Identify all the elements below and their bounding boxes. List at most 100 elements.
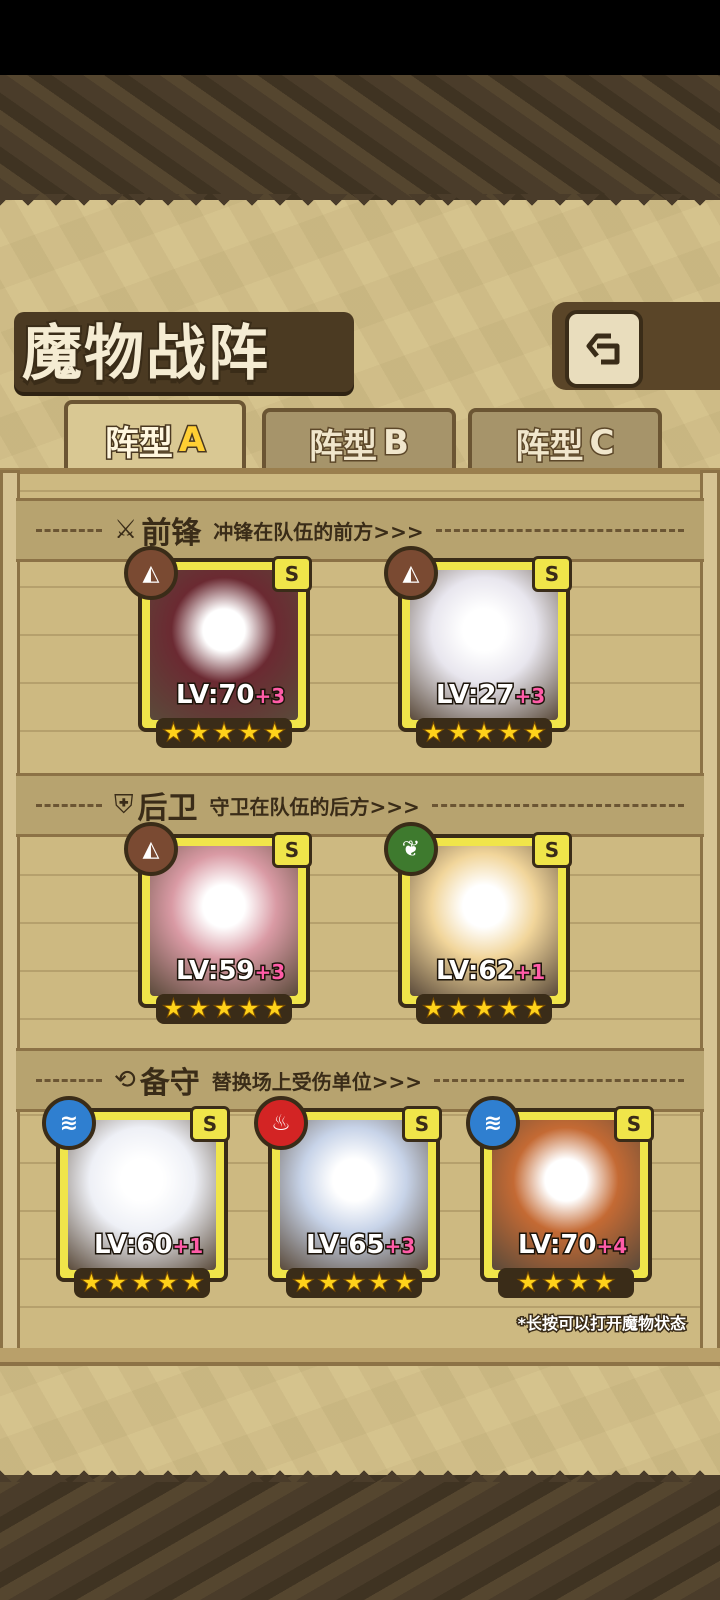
panel-frame-left — [0, 470, 20, 1356]
star-icon: ★ — [317, 1268, 341, 1298]
star-icon: ★ — [79, 1268, 104, 1298]
level-value: LV:65 — [305, 1229, 387, 1262]
page-title: 魔物战阵 — [20, 317, 270, 391]
unit-card[interactable]: S ≋ LV:60+1 ★ ★ ★ ★ ★ — [42, 1096, 230, 1298]
level-plus: +3 — [253, 683, 287, 710]
torn-edge-top — [0, 194, 720, 214]
star-icon: ★ — [497, 994, 521, 1024]
rank-badge: S — [614, 1106, 654, 1142]
level-plus: +1 — [513, 959, 547, 986]
element-fire-icon: ♨ — [254, 1096, 308, 1150]
section-vanguard-header: ⚔ 前锋 冲锋在队伍的前方>>> — [16, 498, 704, 562]
panel-frame-right — [700, 470, 720, 1356]
star-rating: ★ ★ ★ ★ ★ — [416, 994, 552, 1024]
section-desc: 冲锋在队伍的前方>>> — [213, 519, 424, 544]
unit-card[interactable]: S ❦ LV:62+1 ★ ★ ★ ★ ★ — [384, 822, 572, 1024]
star-icon: ★ — [237, 718, 261, 748]
level-plus: +3 — [513, 683, 547, 710]
star-rating: ★ ★ ★ ★ ★ — [156, 994, 292, 1024]
element-water-icon: ≋ — [42, 1096, 96, 1150]
star-rating: ★ ★ ★ ★ ★ — [74, 1268, 210, 1298]
star-icon: ★ — [472, 718, 496, 748]
level-value: LV:59 — [175, 955, 257, 988]
tab-formation-b[interactable]: 阵型 B — [262, 408, 456, 474]
tab-letter: B — [382, 422, 411, 465]
section-name: 备守 — [139, 1066, 200, 1101]
back-button[interactable] — [565, 310, 643, 388]
star-icon: ★ — [262, 994, 287, 1024]
element-earth-icon: ◭ — [384, 546, 438, 600]
rank-badge: S — [272, 832, 312, 868]
unit-card[interactable]: S ◭ LV:27+3 ★ ★ ★ ★ ★ — [384, 546, 572, 748]
section-reserve-header: ⟲ 备守 替换场上受伤单位>>> — [16, 1048, 704, 1112]
star-icon: ★ — [566, 1268, 591, 1298]
star-icon: ★ — [237, 994, 261, 1024]
section-name: 后卫 — [137, 791, 198, 826]
element-earth-icon: ◭ — [124, 546, 178, 600]
tab-formation-c[interactable]: 阵型 C — [468, 408, 662, 474]
map-background-top — [0, 75, 720, 200]
unit-level: LV:70+4 — [517, 1229, 629, 1262]
panel-bottom-rail — [0, 1348, 720, 1366]
level-value: LV:27 — [435, 679, 517, 712]
level-value: LV:60 — [93, 1229, 175, 1262]
star-icon: ★ — [262, 718, 287, 748]
shield-icon: ⛨ — [114, 789, 134, 820]
map-background-bottom — [0, 1475, 720, 1600]
tab-label: 阵型 — [103, 422, 174, 465]
tab-label: 阵型 — [514, 425, 585, 468]
star-icon: ★ — [342, 1268, 366, 1298]
element-earth-icon: ◭ — [124, 822, 178, 876]
level-value: LV:62 — [435, 955, 517, 988]
star-rating: ★ ★ ★ ★ — [498, 1268, 634, 1298]
unit-level: LV:27+3 — [435, 679, 547, 712]
star-icon: ★ — [291, 1268, 316, 1298]
level-plus: +3 — [253, 959, 287, 986]
unit-card[interactable]: S ≋ LV:70+4 ★ ★ ★ ★ — [466, 1096, 654, 1298]
star-icon: ★ — [212, 994, 236, 1024]
sword-icon: ⚔ — [114, 515, 138, 545]
star-icon: ★ — [541, 1268, 565, 1298]
star-icon: ★ — [105, 1268, 129, 1298]
star-icon: ★ — [212, 718, 236, 748]
unit-card[interactable]: S ◭ LV:70+3 ★ ★ ★ ★ ★ — [124, 546, 312, 748]
rank-badge: S — [402, 1106, 442, 1142]
level-value: LV:70 — [175, 679, 257, 712]
unit-card[interactable]: S ◭ LV:59+3 ★ ★ ★ ★ ★ — [124, 822, 312, 1024]
star-icon: ★ — [522, 718, 547, 748]
level-plus: +4 — [595, 1233, 629, 1260]
tab-label: 阵型 — [308, 425, 379, 468]
tab-letter: C — [588, 422, 616, 465]
star-icon: ★ — [447, 718, 471, 748]
rank-badge: S — [532, 832, 572, 868]
star-icon: ★ — [187, 994, 211, 1024]
section-desc: 替换场上受伤单位>>> — [211, 1069, 423, 1094]
star-icon: ★ — [421, 994, 446, 1024]
unit-card[interactable]: S ♨ LV:65+3 ★ ★ ★ ★ ★ — [254, 1096, 442, 1298]
tab-letter: A — [177, 419, 206, 462]
unit-level: LV:62+1 — [435, 955, 547, 988]
star-icon: ★ — [130, 1268, 154, 1298]
section-desc: 守卫在队伍的后方>>> — [209, 794, 420, 819]
rank-badge: S — [272, 556, 312, 592]
star-icon: ★ — [161, 994, 186, 1024]
unit-level: LV:70+3 — [175, 679, 287, 712]
star-icon: ★ — [392, 1268, 417, 1298]
star-icon: ★ — [592, 1268, 616, 1298]
star-icon: ★ — [516, 1268, 540, 1298]
element-water-icon: ≋ — [466, 1096, 520, 1150]
rank-badge: S — [190, 1106, 230, 1142]
tab-formation-a[interactable]: 阵型 A — [64, 400, 246, 476]
star-icon: ★ — [187, 718, 211, 748]
star-icon: ★ — [161, 718, 186, 748]
level-plus: +1 — [171, 1233, 205, 1260]
star-rating: ★ ★ ★ ★ ★ — [416, 718, 552, 748]
formation-tabs: 阵型 A 阵型 B 阵型 C — [8, 400, 712, 476]
section-rearguard-header: ⛨ 后卫 守卫在队伍的后方>>> — [16, 773, 704, 837]
star-rating: ★ ★ ★ ★ ★ — [156, 718, 292, 748]
long-press-hint: *长按可以打开魔物状态 — [516, 1313, 687, 1335]
star-icon: ★ — [155, 1268, 179, 1298]
level-plus: +3 — [383, 1233, 417, 1260]
element-nature-icon: ❦ — [384, 822, 438, 876]
star-icon: ★ — [180, 1268, 205, 1298]
